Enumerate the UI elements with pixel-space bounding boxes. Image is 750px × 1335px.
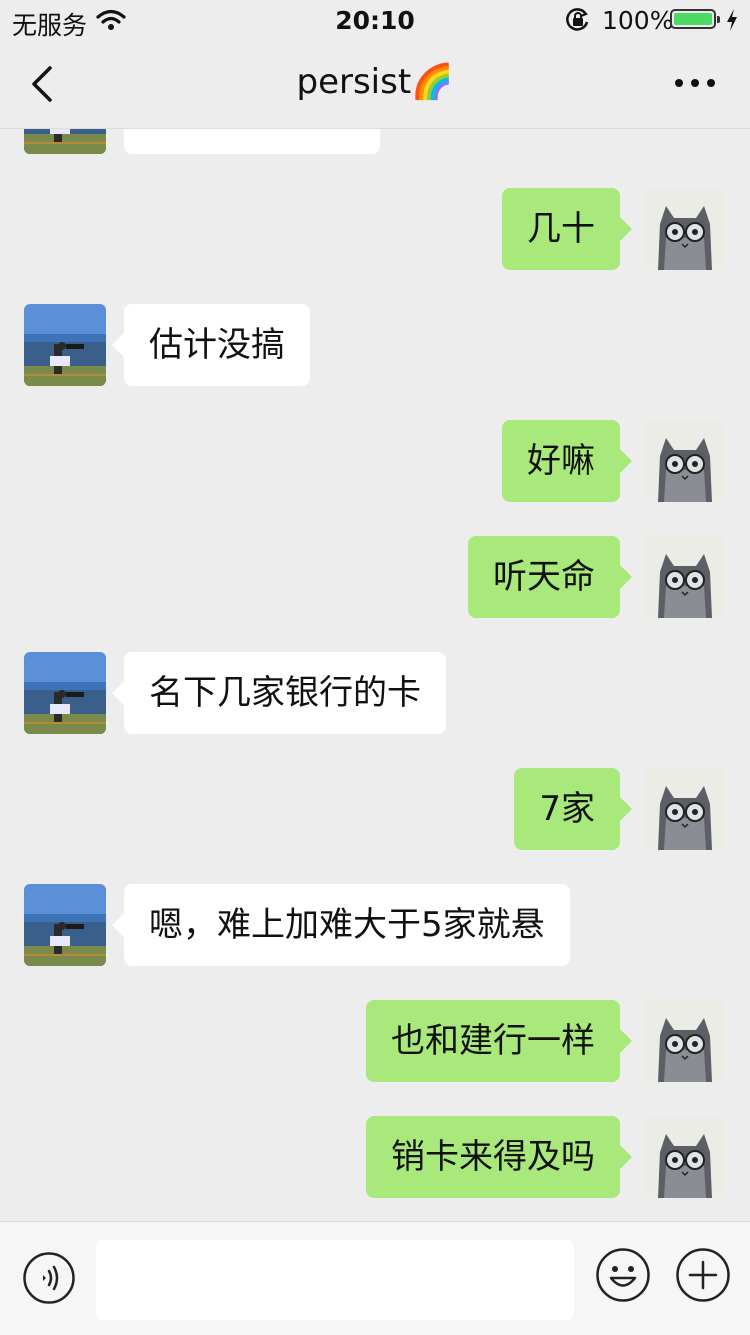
contact-avatar[interactable] (24, 884, 106, 966)
emoji-button[interactable] (595, 1247, 651, 1303)
message-bubble[interactable]: 听天命 (468, 536, 632, 618)
message-row (0, 129, 750, 154)
my-avatar[interactable] (644, 188, 726, 270)
battery-percent: 100% (602, 6, 674, 35)
message-row: 嗯，难上加难大于5家就悬 (0, 884, 750, 966)
battery-icon (670, 9, 720, 29)
more-button[interactable] (672, 68, 718, 98)
more-icon (675, 79, 715, 87)
my-avatar[interactable] (644, 536, 726, 618)
contact-avatar[interactable] (24, 129, 106, 154)
more-functions-button[interactable] (675, 1247, 731, 1303)
message-bubble[interactable]: 几十 (502, 188, 632, 270)
input-bar (0, 1221, 750, 1335)
plus-icon (676, 1248, 730, 1302)
contact-avatar[interactable] (24, 652, 106, 734)
contact-avatar[interactable] (24, 304, 106, 386)
message-bubble[interactable]: 7家 (514, 768, 632, 850)
emoji-icon (596, 1248, 650, 1302)
charging-bolt-icon (726, 8, 738, 37)
message-input[interactable] (96, 1240, 574, 1320)
message-row: 估计没搞 (0, 304, 750, 386)
message-row: 听天命 (0, 536, 750, 618)
message-row: 也和建行一样 (0, 1000, 750, 1082)
message-bubble[interactable]: 嗯，难上加难大于5家就悬 (112, 884, 570, 966)
nav-bar: persist🌈 (0, 40, 750, 129)
message-bubble[interactable] (124, 129, 380, 154)
message-row: 名下几家银行的卡 (0, 652, 750, 734)
voice-icon (23, 1252, 75, 1304)
message-bubble[interactable]: 估计没搞 (112, 304, 310, 386)
my-avatar[interactable] (644, 1000, 726, 1082)
message-bubble[interactable]: 名下几家银行的卡 (112, 652, 446, 734)
message-row: 7家 (0, 768, 750, 850)
message-row: 几十 (0, 188, 750, 270)
my-avatar[interactable] (644, 420, 726, 502)
voice-button[interactable] (22, 1251, 76, 1305)
message-bubble[interactable]: 也和建行一样 (366, 1000, 632, 1082)
chat-title: persist🌈 (296, 62, 454, 102)
chat-area[interactable]: 几十 估计没搞 好嘛 听天命 名下几家银行的卡 7家 嗯，难上加难大于5家就悬 … (0, 129, 750, 1221)
my-avatar[interactable] (644, 1116, 726, 1198)
message-row: 好嘛 (0, 420, 750, 502)
message-bubble[interactable]: 好嘛 (502, 420, 632, 502)
rotation-lock-icon (565, 8, 591, 38)
message-bubble[interactable]: 销卡来得及吗 (366, 1116, 632, 1198)
message-row: 销卡来得及吗 (0, 1116, 750, 1198)
my-avatar[interactable] (644, 768, 726, 850)
status-bar: 无服务 20:10 100% (0, 0, 750, 40)
